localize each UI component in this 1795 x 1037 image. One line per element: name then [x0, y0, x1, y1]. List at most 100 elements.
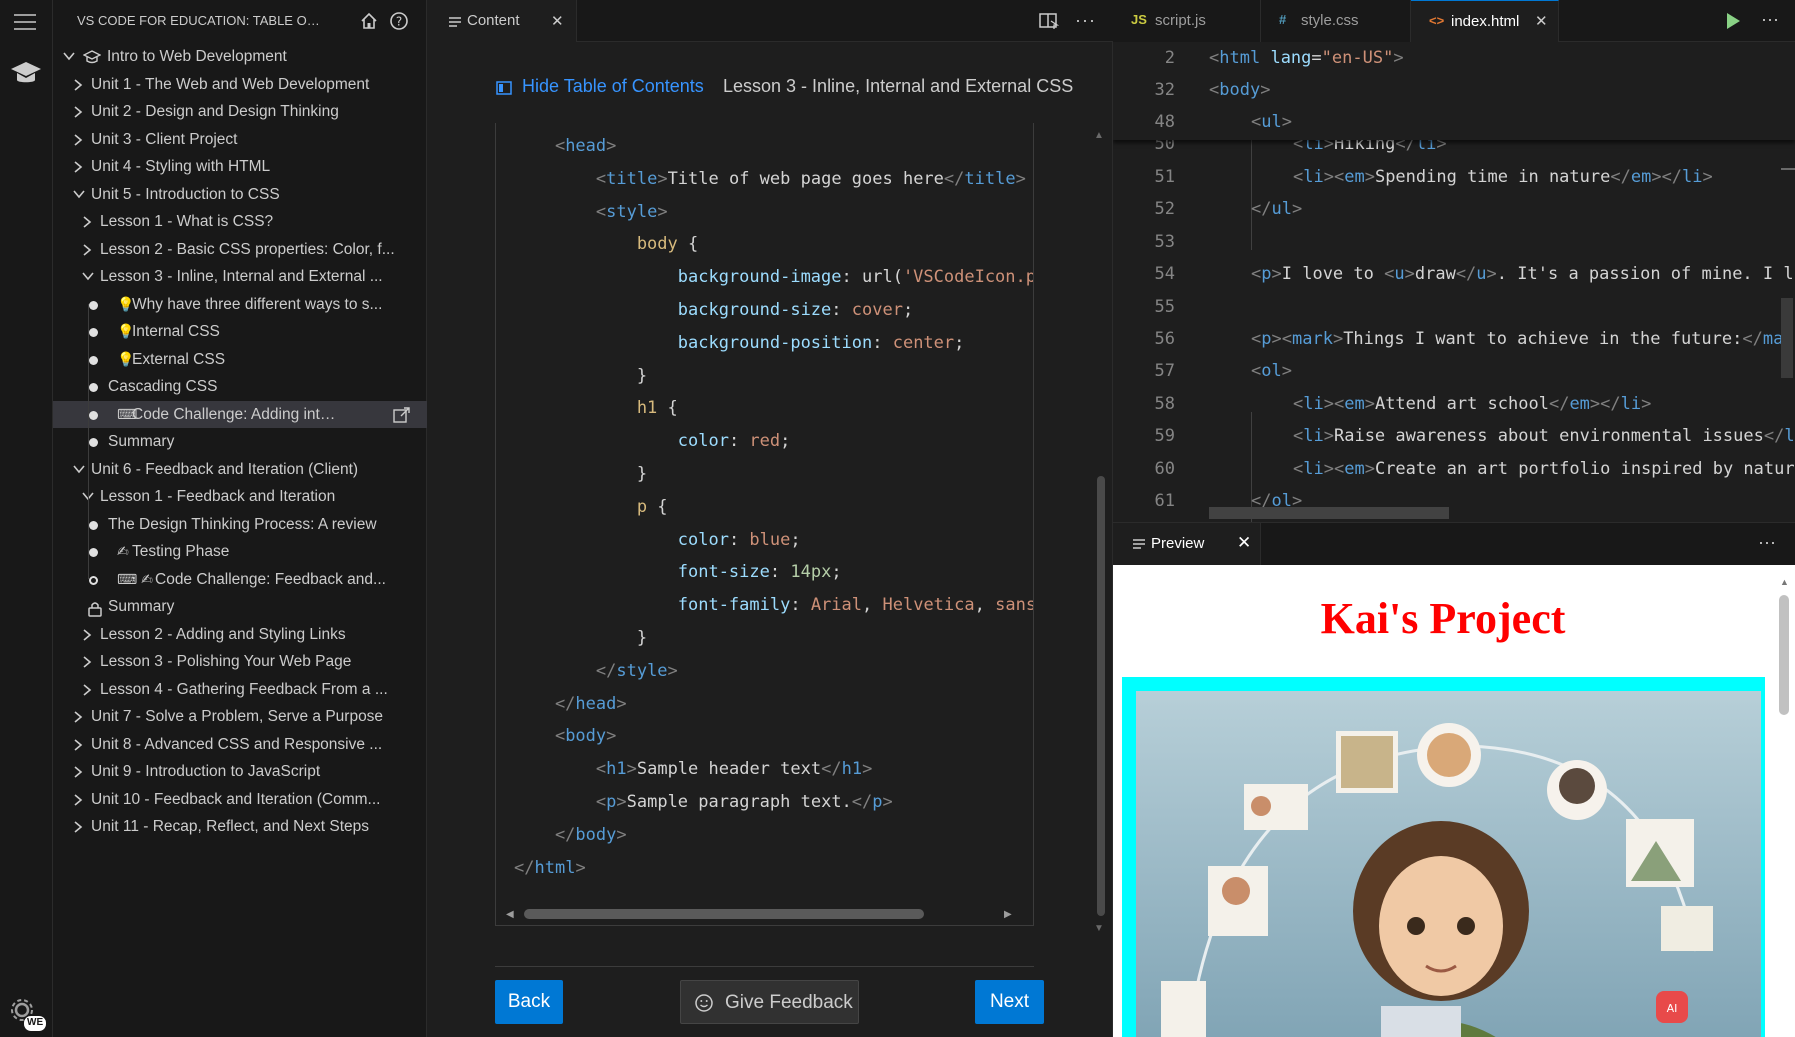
give-feedback-button[interactable]: Give Feedback — [680, 980, 859, 1024]
line-number: 48 — [1154, 112, 1175, 132]
code-line: <html lang="en-US"> — [1209, 48, 1404, 68]
lesson-item[interactable]: Lesson 3 - Polishing Your Web Page — [53, 648, 427, 676]
chevron-down-icon[interactable] — [63, 43, 77, 70]
unit-item[interactable]: Unit 2 - Design and Design Thinking — [53, 98, 427, 126]
chevron-down-icon[interactable] — [82, 483, 96, 510]
chevron-right-icon[interactable] — [82, 648, 96, 675]
scroll-down-arrow[interactable]: ▼ — [1094, 923, 1104, 934]
scroll-up-arrow[interactable]: ▲ — [1780, 577, 1789, 587]
open-challenge-icon[interactable] — [393, 406, 411, 424]
complete-status-icon — [89, 355, 98, 365]
chevron-right-icon[interactable] — [73, 126, 87, 153]
tab-content[interactable]: Content ✕ — [427, 0, 577, 42]
close-icon[interactable]: ✕ — [1237, 533, 1251, 553]
manage-gear-icon[interactable]: WE — [8, 996, 46, 1032]
chevron-right-icon[interactable] — [82, 676, 96, 703]
tab-label: index.html — [1451, 13, 1520, 30]
lesson-item[interactable]: Lesson 4 - Gathering Feedback From a ... — [53, 676, 427, 704]
education-icon[interactable] — [9, 58, 43, 88]
back-button[interactable]: Back — [495, 980, 563, 1024]
more-actions-icon[interactable]: ··· — [1075, 10, 1096, 31]
lesson-item[interactable]: Lesson 2 - Adding and Styling Links — [53, 621, 427, 649]
preview-vertical-scrollbar[interactable] — [1779, 595, 1789, 715]
lesson-page-item[interactable]: ⌨ Code Challenge: Adding intern... — [53, 400, 427, 428]
scroll-left-arrow[interactable]: ◀ — [506, 909, 514, 920]
lesson-page-item-label: The Design Thinking Process: A review — [108, 515, 377, 533]
unit-item[interactable]: Unit 7 - Solve a Problem, Serve a Purpos… — [53, 703, 427, 731]
chevron-down-icon[interactable] — [73, 456, 87, 483]
rendered-web-page[interactable]: Kai's Project AI ▲ — [1113, 565, 1795, 1037]
unit-item-label: Unit 1 - The Web and Web Development — [91, 75, 370, 93]
lesson-item[interactable]: Lesson 1 - Feedback and Iteration — [53, 483, 427, 511]
lesson-page-item-label: Code Challenge: Feedback and... — [155, 570, 386, 588]
chevron-right-icon[interactable] — [73, 786, 87, 813]
chevron-right-icon[interactable] — [73, 731, 87, 758]
lesson-type-icon: ✍ — [117, 543, 129, 559]
lesson-item[interactable]: Lesson 3 - Inline, Internal and External… — [53, 263, 427, 291]
line-number: 32 — [1154, 80, 1175, 100]
chevron-right-icon[interactable] — [82, 236, 96, 263]
next-button[interactable]: Next — [975, 980, 1044, 1024]
lesson-item[interactable]: Lesson 2 - Basic CSS properties: Color, … — [53, 236, 427, 264]
unit-item[interactable]: Unit 4 - Styling with HTML — [53, 153, 427, 181]
unit-item[interactable]: Unit 9 - Introduction to JavaScript — [53, 758, 427, 786]
open-preview-icon[interactable] — [1039, 12, 1060, 30]
unit-item[interactable]: Unit 10 - Feedback and Iteration (Comm..… — [53, 786, 427, 814]
table-of-contents-sidebar: VS CODE FOR EDUCATION: TABLE OF CON... ?… — [53, 0, 427, 1037]
chevron-right-icon[interactable] — [82, 208, 96, 235]
editor-horizontal-scrollbar[interactable] — [1209, 507, 1449, 519]
content-vertical-scrollbar[interactable] — [1097, 476, 1105, 916]
lesson-page-item[interactable]: ⌨ ✍ Code Challenge: Feedback and... — [53, 566, 427, 594]
chevron-right-icon[interactable] — [73, 703, 87, 730]
line-number: 56 — [1154, 329, 1175, 349]
chevron-down-icon[interactable] — [73, 181, 87, 208]
chevron-right-icon[interactable] — [82, 621, 96, 648]
lesson-page-item[interactable]: Summary — [53, 593, 427, 621]
unit-item[interactable]: Unit 8 - Advanced CSS and Responsive ... — [53, 731, 427, 759]
more-actions-icon[interactable]: ··· — [1758, 532, 1776, 553]
unit-item[interactable]: Unit 1 - The Web and Web Development — [53, 71, 427, 99]
close-icon[interactable]: ✕ — [1535, 12, 1548, 30]
content-panel: Content ✕ ··· Hide Table of Contents Les… — [427, 0, 1113, 1037]
scroll-right-arrow[interactable]: ▶ — [1004, 909, 1012, 920]
unit-item[interactable]: Unit 6 - Feedback and Iteration (Client) — [53, 456, 427, 484]
scroll-up-arrow[interactable]: ▲ — [1094, 130, 1104, 141]
code-example-block[interactable]: <head> <title>Title of web page goes her… — [495, 123, 1034, 926]
lesson-page-item[interactable]: 💡 Why have three different ways to s... — [53, 291, 427, 319]
lesson-page-item[interactable]: ✍ Testing Phase — [53, 538, 427, 566]
chevron-down-icon[interactable] — [82, 263, 96, 290]
course-item[interactable]: Intro to Web Development — [53, 43, 427, 71]
lesson-page-item[interactable]: Cascading CSS — [53, 373, 427, 401]
menu-icon[interactable] — [14, 14, 36, 30]
tab-style-css[interactable]: # style.css — [1261, 0, 1411, 42]
close-icon[interactable]: ✕ — [551, 12, 564, 30]
tab-preview[interactable]: Preview ✕ — [1113, 523, 1261, 565]
unit-item[interactable]: Unit 5 - Introduction to CSS — [53, 181, 427, 209]
run-icon[interactable] — [1725, 12, 1741, 35]
lesson-page-item[interactable]: 💡 Internal CSS — [53, 318, 427, 346]
more-actions-icon[interactable]: ··· — [1761, 9, 1779, 30]
unit-item-label: Unit 2 - Design and Design Thinking — [91, 103, 339, 120]
unit-item-label: Unit 3 - Client Project — [91, 130, 238, 148]
editor-vertical-scrollbar[interactable] — [1781, 298, 1793, 378]
editor-code[interactable]: 2 <html lang="en-US"> 32 <body> 48 <ul> … — [1113, 42, 1795, 522]
help-icon[interactable]: ? — [389, 11, 409, 31]
divider — [495, 966, 1034, 967]
chevron-right-icon[interactable] — [73, 758, 87, 785]
tab-script-js[interactable]: JS script.js — [1113, 0, 1261, 42]
unit-item[interactable]: Unit 11 - Recap, Reflect, and Next Steps — [53, 813, 427, 841]
chevron-right-icon[interactable] — [73, 71, 87, 98]
tab-index-html[interactable]: <> index.html ✕ — [1411, 0, 1559, 42]
lesson-page-item[interactable]: Summary — [53, 428, 427, 456]
chevron-right-icon[interactable] — [73, 98, 87, 125]
code-horizontal-scrollbar[interactable] — [524, 909, 924, 919]
lesson-page-item-label: Code Challenge: Adding intern... — [132, 405, 342, 423]
unit-item[interactable]: Unit 3 - Client Project — [53, 126, 427, 154]
chevron-right-icon[interactable] — [73, 813, 87, 840]
lesson-page-item[interactable]: 💡 External CSS — [53, 346, 427, 374]
lesson-page-item[interactable]: The Design Thinking Process: A review — [53, 511, 427, 539]
code-line: <li><em>Create an art portfolio inspired… — [1293, 459, 1795, 479]
chevron-right-icon[interactable] — [73, 153, 87, 180]
lesson-item[interactable]: Lesson 1 - What is CSS? — [53, 208, 427, 236]
home-icon[interactable] — [359, 11, 379, 31]
